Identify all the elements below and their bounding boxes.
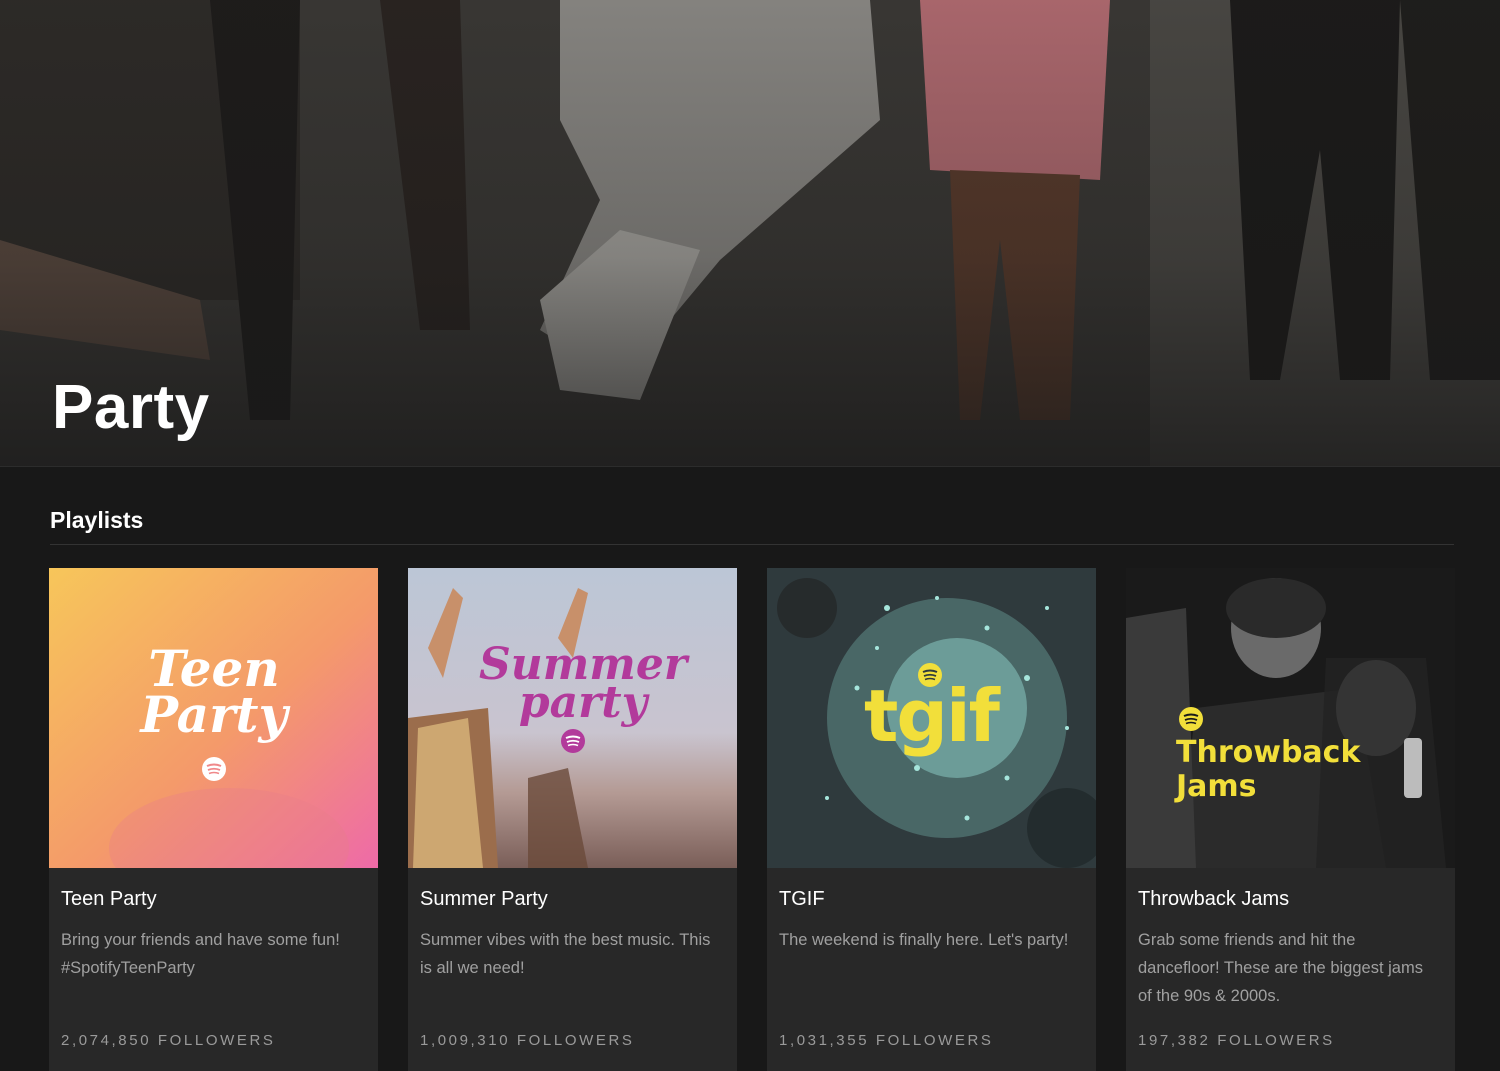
playlist-followers: 197,382 FOLLOWERS xyxy=(1138,1032,1335,1049)
playlist-title[interactable]: TGIF xyxy=(779,888,825,911)
hero-overlay xyxy=(0,0,1500,467)
spotify-icon xyxy=(1179,707,1203,731)
playlist-card-teen-party[interactable]: Teen Party Teen Party Bring your friends… xyxy=(49,568,378,1071)
cover-title-text: Teen Party xyxy=(140,639,288,744)
playlist-cover-summer-party[interactable]: Summer party xyxy=(408,568,737,868)
spotify-icon xyxy=(561,729,585,753)
hero-divider xyxy=(0,466,1500,467)
playlist-cover-teen-party[interactable]: Teen Party xyxy=(49,568,378,868)
section-title-playlists: Playlists xyxy=(50,507,144,533)
cover-title-text: Throwback Jams xyxy=(1176,735,1361,804)
playlist-card-tgif[interactable]: tgif TGIF The weekend is finally here. L… xyxy=(767,568,1096,1071)
playlist-card-summer-party[interactable]: Summer party Summer Party Summer vibes w… xyxy=(408,568,737,1071)
playlist-description: Summer vibes with the best music. This i… xyxy=(420,931,711,977)
cover-title-text: tgif xyxy=(864,674,1000,758)
playlist-followers: 2,074,850 FOLLOWERS xyxy=(61,1032,276,1049)
page-title: Party xyxy=(52,373,210,442)
cover-art-image xyxy=(1126,568,1455,868)
playlist-followers: 1,009,310 FOLLOWERS xyxy=(420,1032,635,1049)
spotify-icon xyxy=(918,663,942,687)
playlist-title[interactable]: Summer Party xyxy=(420,888,548,911)
playlist-cover-throwback-jams[interactable]: Throwback Jams xyxy=(1126,568,1455,868)
section-divider xyxy=(50,544,1454,545)
playlist-cover-tgif[interactable]: tgif xyxy=(767,568,1096,868)
playlist-description: Bring your friends and have some fun! #S… xyxy=(61,931,340,977)
spotify-icon xyxy=(202,757,226,781)
hero-banner: Party xyxy=(0,0,1500,467)
playlist-title[interactable]: Throwback Jams xyxy=(1138,888,1289,911)
playlist-card-throwback-jams[interactable]: Throwback Jams Throwback Jams Grab some … xyxy=(1126,568,1455,1071)
playlist-title[interactable]: Teen Party xyxy=(61,888,157,911)
playlist-description: Grab some friends and hit the dancefloor… xyxy=(1138,931,1423,1005)
cover-title-text: Summer party xyxy=(478,639,688,728)
playlist-description: The weekend is finally here. Let's party… xyxy=(779,931,1069,949)
playlist-followers: 1,031,355 FOLLOWERS xyxy=(779,1032,994,1049)
